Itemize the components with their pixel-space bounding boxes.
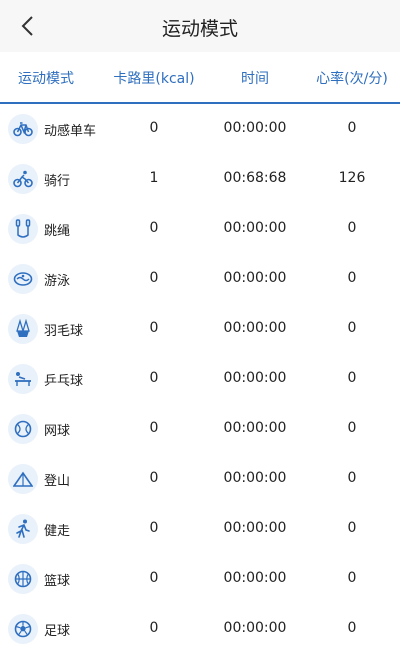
table-row[interactable]: 骑行 1 00:68:68 126 [0, 154, 400, 204]
calories-value: 0 [149, 570, 159, 586]
bicycle-icon [13, 122, 33, 137]
cycling-icon [13, 170, 33, 188]
calories-value: 0 [149, 220, 159, 236]
sport-icon-badge [8, 514, 38, 544]
calories-value: 0 [149, 520, 159, 536]
heart-rate-value: 0 [347, 470, 357, 486]
calories-value: 0 [149, 620, 159, 636]
time-value: 00:00:00 [223, 320, 287, 336]
time-value: 00:00:00 [223, 570, 287, 586]
table-row[interactable]: 篮球 0 00:00:00 0 [0, 554, 400, 604]
sport-icon-badge [8, 264, 38, 294]
top-nav-bar: 运动模式 [0, 0, 400, 52]
table-row[interactable]: 羽毛球 0 00:00:00 0 [0, 304, 400, 354]
time-value: 00:00:00 [223, 520, 287, 536]
calories-value: 0 [149, 420, 159, 436]
basketball-icon [14, 570, 32, 588]
heart-rate-value: 0 [347, 120, 357, 136]
table-header: 运动模式 卡路里(kcal) 时间 心率(次/分) [0, 52, 400, 104]
calories-value: 1 [149, 170, 159, 186]
walking-icon [16, 519, 30, 538]
column-header-sport: 运动模式 [18, 71, 74, 87]
calories-value: 0 [149, 320, 159, 336]
heart-rate-value: 0 [347, 370, 357, 386]
heart-rate-value: 126 [338, 170, 366, 186]
table-row[interactable]: 登山 0 00:00:00 0 [0, 454, 400, 504]
table-row[interactable]: 游泳 0 00:00:00 0 [0, 254, 400, 304]
time-value: 00:00:00 [223, 270, 287, 286]
sport-name: 骑行 [44, 174, 71, 189]
soccer-icon [14, 620, 32, 638]
heart-rate-value: 0 [347, 620, 357, 636]
sport-name: 登山 [44, 474, 71, 489]
table-row[interactable]: 足球 0 00:00:00 0 [0, 604, 400, 654]
sport-icon-badge [8, 314, 38, 344]
calories-value: 0 [149, 470, 159, 486]
sport-icon-badge [8, 214, 38, 244]
sport-name: 游泳 [44, 274, 71, 289]
sport-icon-badge [8, 614, 38, 644]
column-header-heart-rate: 心率(次/分) [316, 71, 388, 87]
sport-name: 健走 [44, 524, 71, 539]
sport-name: 羽毛球 [44, 324, 84, 339]
mountain-icon [13, 471, 33, 487]
sport-icon-badge [8, 114, 38, 144]
table-row[interactable]: 乒乓球 0 00:00:00 0 [0, 354, 400, 404]
column-header-time: 时间 [241, 71, 269, 87]
sport-icon-badge [8, 464, 38, 494]
heart-rate-value: 0 [347, 220, 357, 236]
sport-name: 足球 [44, 624, 71, 639]
time-value: 00:00:00 [223, 370, 287, 386]
table-tennis-icon [15, 372, 31, 386]
heart-rate-value: 0 [347, 520, 357, 536]
table-row[interactable]: 健走 0 00:00:00 0 [0, 504, 400, 554]
heart-rate-value: 0 [347, 270, 357, 286]
sport-icon-badge [8, 364, 38, 394]
jump-rope-icon [15, 219, 31, 238]
sport-name: 乒乓球 [44, 374, 84, 389]
table-row[interactable]: 网球 0 00:00:00 0 [0, 404, 400, 454]
table-row[interactable]: 跳绳 0 00:00:00 0 [0, 204, 400, 254]
badminton-icon [16, 319, 30, 337]
swimming-icon [13, 272, 33, 286]
time-value: 00:00:00 [223, 120, 287, 136]
sport-icon-badge [8, 564, 38, 594]
sport-name: 跳绳 [44, 224, 71, 239]
calories-value: 0 [149, 370, 159, 386]
sport-name: 篮球 [44, 574, 71, 589]
time-value: 00:68:68 [223, 170, 287, 186]
time-value: 00:00:00 [223, 220, 287, 236]
heart-rate-value: 0 [347, 420, 357, 436]
sport-name: 网球 [44, 424, 71, 439]
heart-rate-value: 0 [347, 320, 357, 336]
tennis-icon [14, 420, 32, 438]
calories-value: 0 [149, 120, 159, 136]
sport-name: 动感单车 [44, 124, 97, 139]
time-value: 00:00:00 [223, 620, 287, 636]
time-value: 00:00:00 [223, 420, 287, 436]
page-title: 运动模式 [161, 18, 238, 40]
table-row[interactable]: 动感单车 0 00:00:00 0 [0, 104, 400, 154]
calories-value: 0 [149, 270, 159, 286]
sport-icon-badge [8, 414, 38, 444]
sport-list: 动感单车 0 00:00:00 0 骑行 1 00:68:68 126 跳绳 0… [0, 104, 400, 654]
time-value: 00:00:00 [223, 470, 287, 486]
column-header-calories: 卡路里(kcal) [113, 71, 195, 87]
heart-rate-value: 0 [347, 570, 357, 586]
sport-icon-badge [8, 164, 38, 194]
